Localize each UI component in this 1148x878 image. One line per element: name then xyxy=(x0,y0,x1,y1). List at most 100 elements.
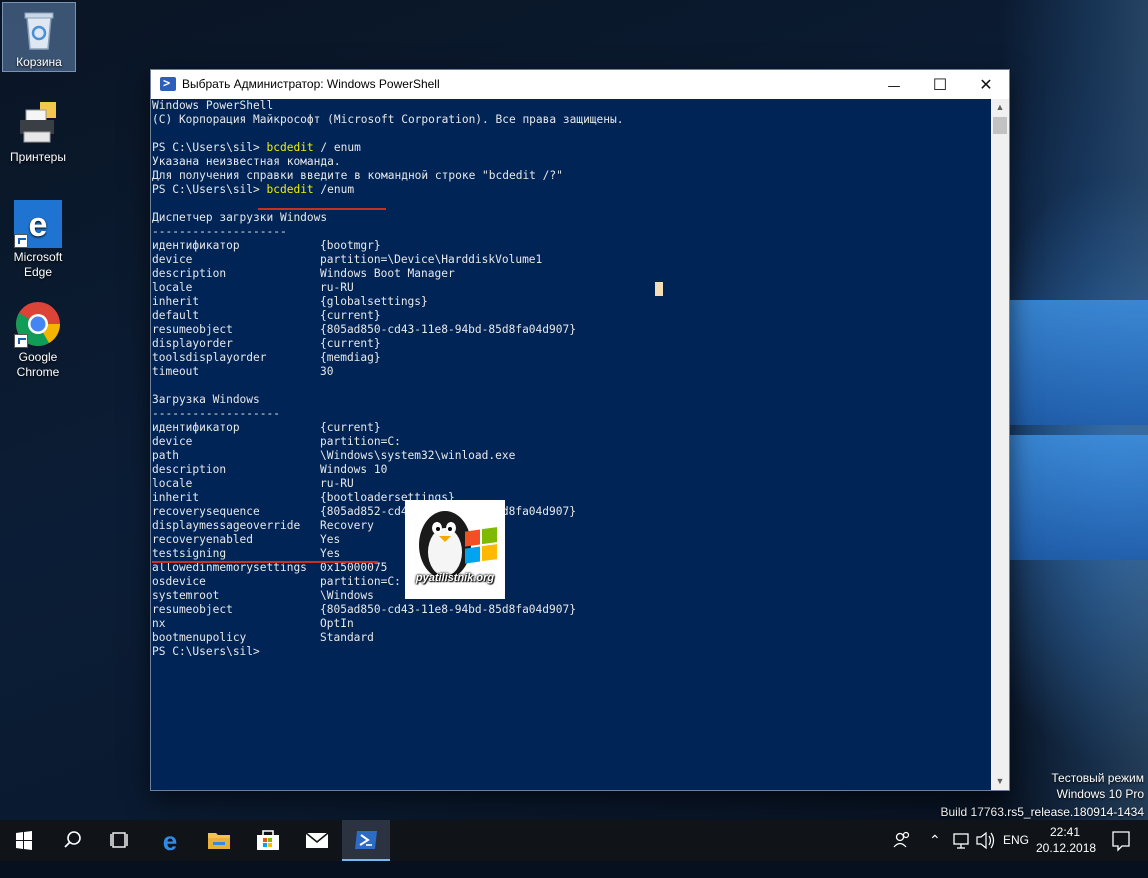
language-label: ENG xyxy=(1003,833,1030,847)
vertical-scrollbar[interactable]: ▲ ▼ xyxy=(991,99,1009,790)
show-hidden-icons-button[interactable]: ⌃ xyxy=(929,820,941,861)
desktop-icon-recycle-bin[interactable]: Корзина xyxy=(2,2,76,72)
powershell-icon xyxy=(355,831,377,849)
clock-button[interactable]: 22:41 20.12.2018 xyxy=(1036,820,1097,861)
volume-button[interactable] xyxy=(975,820,997,861)
bcd-entry: resumeobject {805ad850-cd43-11e8-94bd-85d… xyxy=(152,603,576,617)
bcd-value: {805ad850-cd43-11e8-94bd-85d8fa04d907} xyxy=(320,603,576,616)
bcd-value: {current} xyxy=(320,309,381,322)
bcd-key: locale xyxy=(152,477,193,490)
bcd-key: device xyxy=(152,253,193,266)
bcd-key: recoveryenabled xyxy=(152,533,254,546)
bcd-value: {bootmgr} xyxy=(320,239,381,252)
bcd-value: partition=C: xyxy=(320,575,401,588)
bcd-entry: locale ru-RU xyxy=(152,477,354,491)
task-view-button[interactable] xyxy=(96,820,144,861)
bcd-key: description xyxy=(152,267,227,280)
taskbar-powershell-button[interactable] xyxy=(342,820,390,861)
output-line: Указана неизвестная команда. xyxy=(152,155,341,168)
notification-icon xyxy=(1112,831,1130,852)
minimize-icon: — xyxy=(887,79,901,94)
bcd-entry: recoverysequence{805ad852-cd43-11e8-94bd… xyxy=(152,505,576,519)
powershell-window: > Выбрать Администратор: Windows PowerSh… xyxy=(151,70,1009,790)
scroll-down-icon[interactable]: ▼ xyxy=(991,773,1009,790)
bcd-value: \Windows\system32\winload.exe xyxy=(320,449,516,462)
bcd-entry: path \Windows\system32\winload.exe xyxy=(152,449,515,463)
bcd-value: Yes xyxy=(320,547,341,560)
people-button[interactable] xyxy=(892,820,912,861)
bcd-key: идентификатор xyxy=(152,239,240,252)
desktop-icon-chrome[interactable]: Google Chrome xyxy=(2,300,74,380)
shortcut-arrow-icon xyxy=(14,334,28,348)
mail-icon xyxy=(305,832,329,848)
action-center-button[interactable] xyxy=(1110,820,1132,861)
output-line: (C) Корпорация Майкрософт (Microsoft Cor… xyxy=(152,113,624,126)
wallpaper-logo-pane xyxy=(1010,435,1148,560)
bcd-value: {current} xyxy=(320,421,381,434)
bcd-entry: description Windows 10 xyxy=(152,463,387,477)
clock-date: 20.12.2018 xyxy=(1036,841,1097,855)
bcd-key: description xyxy=(152,463,227,476)
wallpaper-logo-pane xyxy=(1010,300,1148,425)
output-line: ------------------- xyxy=(152,407,280,420)
command-text: bcdedit xyxy=(266,183,314,196)
minimize-button[interactable]: — xyxy=(871,70,917,99)
bcd-key: nx xyxy=(152,617,166,630)
taskbar-mail-button[interactable] xyxy=(293,820,341,861)
output-line: -------------------- xyxy=(152,225,287,238)
bcd-value: ru-RU xyxy=(320,281,354,294)
bcd-entry: timeout 30 xyxy=(152,365,333,379)
desktop-icon-printers[interactable]: Принтеры xyxy=(2,100,74,165)
command-args: / enum xyxy=(313,141,361,154)
bcd-key: recoverysequence xyxy=(152,505,260,518)
recycle-bin-icon xyxy=(15,5,63,53)
bcd-value: partition=C: xyxy=(320,435,401,448)
bcd-key: default xyxy=(152,309,200,322)
bcd-value: Windows 10 xyxy=(320,463,388,476)
input-language-button[interactable]: ENG xyxy=(1003,820,1029,861)
maximize-button[interactable]: ☐ xyxy=(917,70,963,99)
bcd-value: \Windows xyxy=(320,589,374,602)
bcd-value: Recovery xyxy=(320,519,374,532)
bcd-key: testsigning xyxy=(152,547,227,560)
bcd-value: ru-RU xyxy=(320,477,354,490)
taskbar-explorer-button[interactable] xyxy=(195,820,243,861)
scroll-up-icon[interactable]: ▲ xyxy=(991,99,1009,116)
bcd-key: resumeobject xyxy=(152,323,233,336)
taskbar-edge-button[interactable]: e xyxy=(146,820,194,861)
bcd-value: 30 xyxy=(320,365,334,378)
clock-time: 22:41 xyxy=(1049,825,1081,839)
title-bar[interactable]: > Выбрать Администратор: Windows PowerSh… xyxy=(151,70,1009,99)
volume-icon xyxy=(976,831,995,850)
desktop-icon-label: Chrome xyxy=(16,365,60,379)
build-label: Build 17763.rs5_release.180914-1434 xyxy=(940,805,1145,819)
start-button[interactable] xyxy=(0,820,48,861)
store-icon xyxy=(257,830,279,850)
desktop-icon-edge[interactable]: e Microsoft Edge xyxy=(2,200,74,280)
bcd-value: {805ad850-cd43-11e8-94bd-85d8fa04d907} xyxy=(320,323,576,336)
close-button[interactable]: ✕ xyxy=(963,70,1009,99)
bcd-entry: displaymessageoverride Recovery xyxy=(152,519,374,533)
svg-text:e: e xyxy=(163,826,177,856)
bcd-entry: allowedinmemorysettings 0x15000075 xyxy=(152,561,387,575)
search-button[interactable] xyxy=(48,820,96,861)
network-button[interactable] xyxy=(952,820,972,861)
bcd-key: device xyxy=(152,435,193,448)
prompt-text: PS C:\Users\sil> xyxy=(152,141,267,154)
close-icon: ✕ xyxy=(979,75,993,94)
powershell-icon: > xyxy=(160,76,176,91)
maximize-icon: ☐ xyxy=(932,75,948,94)
bcd-entry: resumeobject {805ad850-cd43-11e8-94bd-85d… xyxy=(152,323,576,337)
bcd-key: locale xyxy=(152,281,193,294)
bcd-key: inherit xyxy=(152,491,200,504)
bcd-value: Standard xyxy=(320,631,374,644)
command-line: PS C:\Users\sil> bcdedit /enum xyxy=(152,183,354,197)
scrollbar-thumb[interactable] xyxy=(993,117,1007,134)
printer-icon xyxy=(14,100,62,148)
taskbar-store-button[interactable] xyxy=(244,820,292,861)
console-output[interactable]: Windows PowerShell (C) Корпорация Майкрос… xyxy=(151,99,991,790)
start-icon xyxy=(16,831,32,850)
bcd-key: osdevice xyxy=(152,575,206,588)
taskbar: e ⌃ ENG 22:41 20.12.2018 xyxy=(0,820,1148,861)
bcd-value: OptIn xyxy=(320,617,354,630)
